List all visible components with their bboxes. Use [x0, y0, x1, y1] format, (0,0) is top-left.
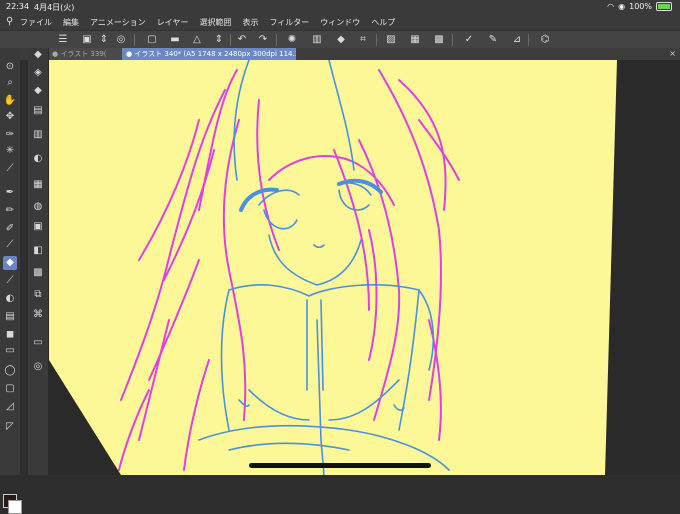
- deselect-icon[interactable]: ✺: [285, 33, 299, 47]
- status-time: 22:34: [6, 2, 30, 11]
- menu-view[interactable]: 表示: [242, 17, 258, 28]
- canvas-area[interactable]: [49, 60, 680, 475]
- battery-percent: 100%: [629, 2, 652, 11]
- pen-ruler-icon[interactable]: ✓: [462, 33, 476, 47]
- eyedropper-2-icon[interactable]: ⟋: [3, 162, 17, 176]
- hand-icon[interactable]: ✋: [3, 94, 17, 108]
- sub-tool-2-icon[interactable]: ◈: [31, 66, 45, 80]
- eraser-icon[interactable]: ◆: [3, 256, 17, 270]
- pen-2-icon[interactable]: ✒: [3, 186, 17, 200]
- blend-icon[interactable]: ⟋: [3, 274, 17, 288]
- sub-tool-15-icon[interactable]: ◎: [31, 360, 45, 374]
- frame-icon[interactable]: ▭: [3, 344, 17, 358]
- magic-wand-icon[interactable]: ✳: [3, 144, 17, 158]
- battery-icon: [656, 2, 672, 11]
- toolbar-separator: [528, 34, 529, 46]
- stepper-icon[interactable]: ⇕: [97, 33, 111, 47]
- sub-tool-1-icon[interactable]: ◆: [31, 48, 45, 62]
- menu-animation[interactable]: アニメーション: [90, 17, 146, 28]
- new-file-icon[interactable]: ▢: [145, 33, 159, 47]
- tab-illust-340[interactable]: ● イラスト 340* (A5 1748 x 2480px 300dpi 114…: [122, 48, 296, 60]
- sub-tool-7-icon[interactable]: ▦: [31, 178, 45, 192]
- sub-tool-5-icon[interactable]: ▥: [31, 128, 45, 142]
- redo-icon[interactable]: ↷: [256, 33, 270, 47]
- eyedropper-icon[interactable]: ⊙: [3, 60, 17, 74]
- menu-bar: ⚲ ファイル 編集 アニメーション レイヤー 選択範囲 表示 フィルター ウィン…: [0, 14, 680, 30]
- pen-icon[interactable]: ✑: [3, 128, 17, 142]
- sub-tool-8-icon[interactable]: ◍: [31, 200, 45, 214]
- sub-tool-14-icon[interactable]: ▭: [31, 336, 45, 350]
- ruler-icon-2[interactable]: ◿: [3, 400, 17, 414]
- undo-icon[interactable]: ↶: [235, 33, 249, 47]
- menu-file[interactable]: ファイル: [20, 17, 52, 28]
- invert-selection-icon[interactable]: ▩: [432, 33, 446, 47]
- sub-tool-13-icon[interactable]: ⌘: [31, 308, 45, 322]
- select-all-icon[interactable]: ▦: [408, 33, 422, 47]
- correction-icon[interactable]: ◸: [3, 420, 17, 434]
- fill-bucket-icon[interactable]: ◐: [3, 292, 17, 306]
- sub-tool-12-icon[interactable]: ⧉: [31, 288, 45, 302]
- status-bar: 22:34 4月4日(火) ◠ ◉ 100%: [0, 0, 680, 14]
- ruler-icon[interactable]: ⊿: [510, 33, 524, 47]
- toolbar-separator: [276, 34, 277, 46]
- figure-icon[interactable]: ◼: [3, 328, 17, 342]
- orientation-lock-icon: ◉: [618, 2, 626, 11]
- transform-icon[interactable]: ⌗: [356, 33, 370, 47]
- toolbar-separator: [452, 34, 453, 46]
- canvas-tab-bar: ● イラスト 339( ● イラスト 340* (A5 1748 x 2480p…: [20, 48, 680, 60]
- brush-ruler-icon[interactable]: ✎: [486, 33, 500, 47]
- palette-gap: [20, 60, 28, 475]
- sub-tool-9-icon[interactable]: ▣: [31, 220, 45, 234]
- assist-icon[interactable]: ⌬: [538, 33, 552, 47]
- menu-selection[interactable]: 選択範囲: [199, 17, 231, 28]
- app-logo-icon[interactable]: ⚲: [6, 16, 13, 27]
- layer-toggle-icon[interactable]: ▣: [80, 33, 94, 47]
- menu-filter[interactable]: フィルター: [269, 17, 309, 28]
- balloon-icon[interactable]: ◯: [3, 364, 17, 378]
- pencil-icon[interactable]: ✏: [3, 204, 17, 218]
- toolbar-separator: [134, 34, 135, 46]
- quick-access-icon[interactable]: ◎: [114, 33, 128, 47]
- command-bar: ☰ ▣ ⇕ ◎ ▢ ▬ △ ⇕ ↶ ↷ ✺ ▥ ◆ ⌗ ▨ ▦ ▩ ✓ ✎ ⊿ …: [0, 30, 680, 50]
- sub-tool-11-icon[interactable]: ▩: [31, 266, 45, 280]
- text-icon[interactable]: ▢: [3, 382, 17, 396]
- toolbar-separator: [376, 34, 377, 46]
- menu-icon[interactable]: ☰: [56, 33, 70, 47]
- menu-items: ファイル 編集 アニメーション レイヤー 選択範囲 表示 フィルター ウィンドウ…: [20, 17, 395, 28]
- move-icon[interactable]: ✥: [3, 110, 17, 124]
- sub-tool-3-icon[interactable]: ◆: [31, 84, 45, 98]
- zoom-icon[interactable]: ⌕: [3, 76, 17, 90]
- status-right: ◠ ◉ 100%: [607, 2, 672, 11]
- sub-tool-6-icon[interactable]: ◐: [31, 152, 45, 166]
- stepper-icon-2[interactable]: ⇕: [212, 33, 226, 47]
- crop-icon[interactable]: ▨: [384, 33, 398, 47]
- sub-tool-10-icon[interactable]: ◧: [31, 244, 45, 258]
- sub-color-swatch[interactable]: [8, 500, 22, 514]
- clear-icon[interactable]: ▥: [310, 33, 324, 47]
- tab-illust-340-label: ● イラスト 340* (A5 1748 x 2480px 300dpi 114…: [126, 50, 296, 58]
- open-folder-icon[interactable]: ▬: [168, 33, 182, 47]
- tab-illust-339[interactable]: ● イラスト 339(: [48, 48, 126, 60]
- status-date: 4月4日(火): [34, 3, 75, 12]
- sub-tool-4-icon[interactable]: ▤: [31, 104, 45, 118]
- toolbar-separator: [230, 34, 231, 46]
- home-indicator[interactable]: [249, 463, 431, 468]
- fill-icon[interactable]: ◆: [334, 33, 348, 47]
- airbrush-icon[interactable]: ⟋: [3, 238, 17, 252]
- canvas-drawing: [49, 60, 617, 475]
- tool-palette: ⊙ ⌕ ✋ ✥ ✑ ✳ ⟋ ✒ ✏ ✐ ⟋ ◆ ⟋ ◐ ▤ ◼ ▭ ◯ ▢ ◿ …: [0, 48, 22, 514]
- gradient-icon[interactable]: ▤: [3, 310, 17, 324]
- close-tab-icon[interactable]: ×: [669, 48, 676, 60]
- menu-window[interactable]: ウィンドウ: [320, 17, 360, 28]
- brush-icon[interactable]: ✐: [3, 222, 17, 236]
- wifi-icon: ◠: [607, 2, 615, 11]
- menu-help[interactable]: ヘルプ: [371, 17, 395, 28]
- menu-layer[interactable]: レイヤー: [157, 17, 189, 28]
- canvas-paper: [49, 60, 617, 475]
- menu-edit[interactable]: 編集: [63, 17, 79, 28]
- sub-tool-palette: ◆ ◈ ◆ ▤ ▥ ◐ ▦ ◍ ▣ ◧ ▩ ⧉ ⌘ ▭ ◎: [28, 48, 49, 475]
- save-icon[interactable]: △: [190, 33, 204, 47]
